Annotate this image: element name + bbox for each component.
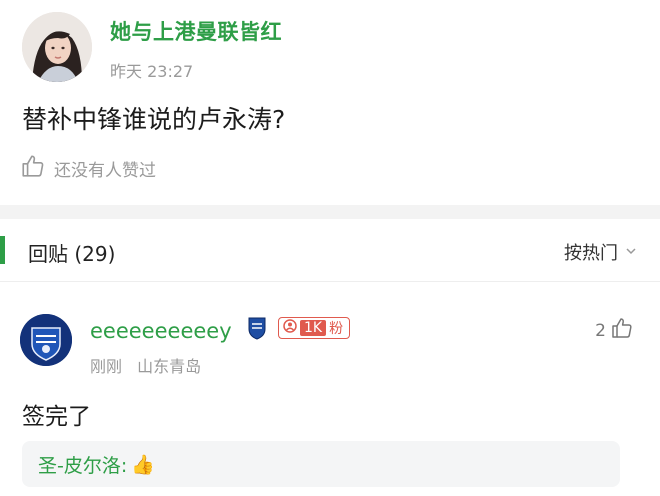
author-avatar[interactable] bbox=[22, 12, 92, 82]
reply-meta: 刚刚 山东青岛 bbox=[90, 353, 201, 377]
reply-username[interactable]: eeeeeeeeeey bbox=[90, 319, 232, 343]
sort-dropdown[interactable]: 按热门 bbox=[564, 239, 638, 265]
post-card: 她与上港曼联皆红 昨天 23:27 替补中锋谁说的卢永涛? 还没有人赞过 bbox=[0, 0, 660, 205]
replies-header: 回贴 (29) 按热门 bbox=[0, 219, 660, 281]
reply-avatar[interactable] bbox=[20, 314, 72, 366]
fan-count: 1K bbox=[300, 320, 327, 336]
post-time: 昨天 23:27 bbox=[110, 62, 194, 81]
chevron-down-icon bbox=[624, 242, 638, 263]
reply-time: 刚刚 bbox=[90, 357, 123, 376]
author-name[interactable]: 她与上港曼联皆红 bbox=[110, 16, 282, 46]
reply-like-button[interactable]: 2 bbox=[595, 316, 634, 345]
replies-count-label: 回贴 (29) bbox=[28, 242, 116, 266]
section-accent-bar bbox=[0, 236, 5, 264]
sort-label: 按热门 bbox=[564, 243, 618, 264]
like-row[interactable]: 还没有人赞过 bbox=[20, 153, 156, 184]
team-badge-icon bbox=[247, 316, 267, 344]
fan-icon bbox=[283, 319, 297, 337]
likes-text: 还没有人赞过 bbox=[54, 161, 156, 181]
fan-level-badge: 1K 粉 bbox=[278, 317, 351, 339]
reply-location: 山东青岛 bbox=[137, 357, 202, 376]
thumbs-up-emoji: 👍 bbox=[131, 453, 155, 476]
sub-reply[interactable]: 圣-皮尔洛: 👍 bbox=[22, 441, 620, 487]
thumbs-up-icon[interactable] bbox=[20, 153, 46, 184]
thumbs-up-icon[interactable] bbox=[610, 316, 634, 345]
reply-content: 签完了 bbox=[22, 404, 91, 430]
reply-item: eeeeeeeeeey 1K 粉 刚刚 山东青岛 2 签完了 圣-皮尔洛: 👍 bbox=[0, 282, 660, 496]
section-divider bbox=[0, 205, 660, 219]
reply-like-count: 2 bbox=[595, 320, 606, 341]
sub-reply-author[interactable]: 圣-皮尔洛: bbox=[38, 451, 127, 478]
post-content: 替补中锋谁说的卢永涛? bbox=[22, 105, 286, 134]
fan-suffix: 粉 bbox=[329, 321, 344, 337]
